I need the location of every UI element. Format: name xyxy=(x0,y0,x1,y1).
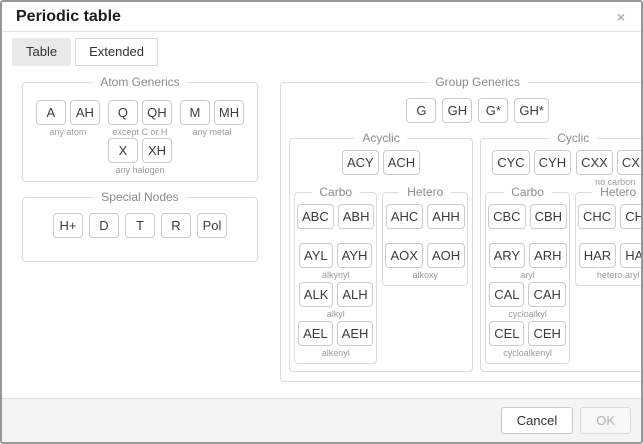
button-d[interactable]: D xyxy=(89,213,119,238)
acyclic-fieldset: Acyclic ACY ACH Carbo xyxy=(289,138,473,372)
button-ceh[interactable]: CEH xyxy=(528,321,565,346)
pair-group-any-halogen: X XH any halogen xyxy=(108,138,172,176)
pair-group-except-c-or-h: Q QH except C or H xyxy=(108,100,172,138)
cyclic-hetero-fieldset: Hetero CHC CHH xyxy=(575,192,641,286)
pair-caption: hetero aryl xyxy=(597,270,640,281)
dialog-content: Atom Generics A AH any atom Q QH xyxy=(2,66,641,398)
button-gh[interactable]: GH xyxy=(442,98,472,123)
close-icon[interactable]: × xyxy=(615,8,627,26)
group-generics-top-row: G GH G* GH* xyxy=(289,98,641,123)
button-acy[interactable]: ACY xyxy=(342,150,379,175)
pair-group-any-atom: A AH any atom xyxy=(36,100,100,138)
right-column: Group Generics G GH G* GH* Acyclic ACY xyxy=(280,82,641,382)
button-aox[interactable]: AOX xyxy=(385,243,422,268)
ok-button[interactable]: OK xyxy=(580,407,631,434)
acyclic-legend: Acyclic xyxy=(354,131,407,145)
dialog-title: Periodic table xyxy=(16,8,121,26)
group-generics-legend: Group Generics xyxy=(427,75,528,89)
tab-table[interactable]: Table xyxy=(12,38,71,66)
cyclic-hetero-legend: Hetero xyxy=(592,185,641,199)
special-nodes-fieldset: Special Nodes H+ D T R Pol xyxy=(22,197,258,262)
pair-caption: except C or H xyxy=(112,127,167,138)
button-cyc[interactable]: CYC xyxy=(492,150,529,175)
button-ahc[interactable]: AHC xyxy=(386,204,423,229)
acyclic-hetero-legend: Hetero xyxy=(399,185,451,199)
button-abh[interactable]: ABH xyxy=(338,204,375,229)
button-xh[interactable]: XH xyxy=(142,138,172,163)
button-cbc[interactable]: CBC xyxy=(488,204,525,229)
atom-generics-fieldset: Atom Generics A AH any atom Q QH xyxy=(22,82,258,182)
acyclic-carbo-fieldset: Carbo ABC ABH xyxy=(294,192,377,364)
pair-caption: alkyl xyxy=(327,309,345,320)
button-abc[interactable]: ABC xyxy=(297,204,334,229)
button-ah[interactable]: AH xyxy=(70,100,100,125)
atom-generics-row-2: X XH any halogen xyxy=(31,138,249,176)
pair-caption: aryl xyxy=(520,270,535,281)
button-qh[interactable]: QH xyxy=(142,100,172,125)
pair-caption: any metal xyxy=(192,127,231,138)
tab-extended[interactable]: Extended xyxy=(75,38,158,66)
pair-caption: alkynyl xyxy=(322,270,350,281)
button-aoh[interactable]: AOH xyxy=(427,243,465,268)
cancel-button[interactable]: Cancel xyxy=(501,407,573,434)
button-cel[interactable]: CEL xyxy=(489,321,524,346)
button-x[interactable]: X xyxy=(108,138,138,163)
button-cbh[interactable]: CBH xyxy=(530,204,567,229)
atom-generics-row-1: A AH any atom Q QH except C or H xyxy=(31,100,249,138)
pair-caption: any halogen xyxy=(115,165,164,176)
button-ayh[interactable]: AYH xyxy=(337,243,373,268)
button-r[interactable]: R xyxy=(161,213,191,238)
special-nodes-legend: Special Nodes xyxy=(93,190,186,204)
button-ahh[interactable]: AHH xyxy=(427,204,464,229)
button-pol[interactable]: Pol xyxy=(197,213,227,238)
button-q[interactable]: Q xyxy=(108,100,138,125)
pair-caption: cycloalkenyl xyxy=(503,348,552,359)
button-mh[interactable]: MH xyxy=(214,100,244,125)
button-m[interactable]: M xyxy=(180,100,210,125)
button-t[interactable]: T xyxy=(125,213,155,238)
button-har[interactable]: HAR xyxy=(579,243,616,268)
button-cxh[interactable]: CXH xyxy=(617,150,641,175)
button-arh[interactable]: ARH xyxy=(529,243,566,268)
atom-generics-legend: Atom Generics xyxy=(92,75,187,89)
group-generics-fieldset: Group Generics G GH G* GH* Acyclic ACY xyxy=(280,82,641,382)
button-hah[interactable]: HAH xyxy=(620,243,641,268)
pair-caption: any atom xyxy=(49,127,86,138)
button-cal[interactable]: CAL xyxy=(489,282,524,307)
tab-bar: Table Extended xyxy=(2,32,641,66)
cyclic-fieldset: Cyclic CYC CYH CXX xyxy=(480,138,641,372)
button-g[interactable]: G xyxy=(406,98,436,123)
button-alh[interactable]: ALH xyxy=(337,282,372,307)
cyclic-carbo-legend: Carbo xyxy=(503,185,552,199)
button-ayl[interactable]: AYL xyxy=(299,243,333,268)
cyclic-carbo-fieldset: Carbo CBC CBH xyxy=(485,192,570,364)
acyclic-carbo-legend: Carbo xyxy=(311,185,360,199)
periodic-table-dialog: Periodic table × Table Extended Atom Gen… xyxy=(0,0,643,444)
button-ary[interactable]: ARY xyxy=(489,243,526,268)
special-nodes-row: H+ D T R Pol xyxy=(31,213,249,238)
button-h-plus[interactable]: H+ xyxy=(53,213,83,238)
button-chc[interactable]: CHC xyxy=(578,204,616,229)
button-gh-star[interactable]: GH* xyxy=(514,98,549,123)
button-ael[interactable]: AEL xyxy=(298,321,333,346)
button-a[interactable]: A xyxy=(36,100,66,125)
dialog-titlebar: Periodic table × xyxy=(2,2,641,32)
button-chh[interactable]: CHH xyxy=(620,204,641,229)
button-aeh[interactable]: AEH xyxy=(337,321,374,346)
button-alk[interactable]: ALK xyxy=(299,282,334,307)
acyclic-hetero-fieldset: Hetero AHC AHH xyxy=(382,192,468,286)
button-cah[interactable]: CAH xyxy=(528,282,565,307)
button-cyh[interactable]: CYH xyxy=(534,150,571,175)
pair-group-any-metal: M MH any metal xyxy=(180,100,244,138)
button-cxx[interactable]: CXX xyxy=(576,150,613,175)
button-ach[interactable]: ACH xyxy=(383,150,420,175)
pair-caption: cycloalkyl xyxy=(508,309,547,320)
left-column: Atom Generics A AH any atom Q QH xyxy=(22,82,258,262)
cyclic-legend: Cyclic xyxy=(549,131,597,145)
pair-caption: alkenyl xyxy=(322,348,350,359)
pair-caption: alkoxy xyxy=(413,270,439,281)
dialog-footer: Cancel OK xyxy=(2,398,641,442)
button-g-star[interactable]: G* xyxy=(478,98,508,123)
